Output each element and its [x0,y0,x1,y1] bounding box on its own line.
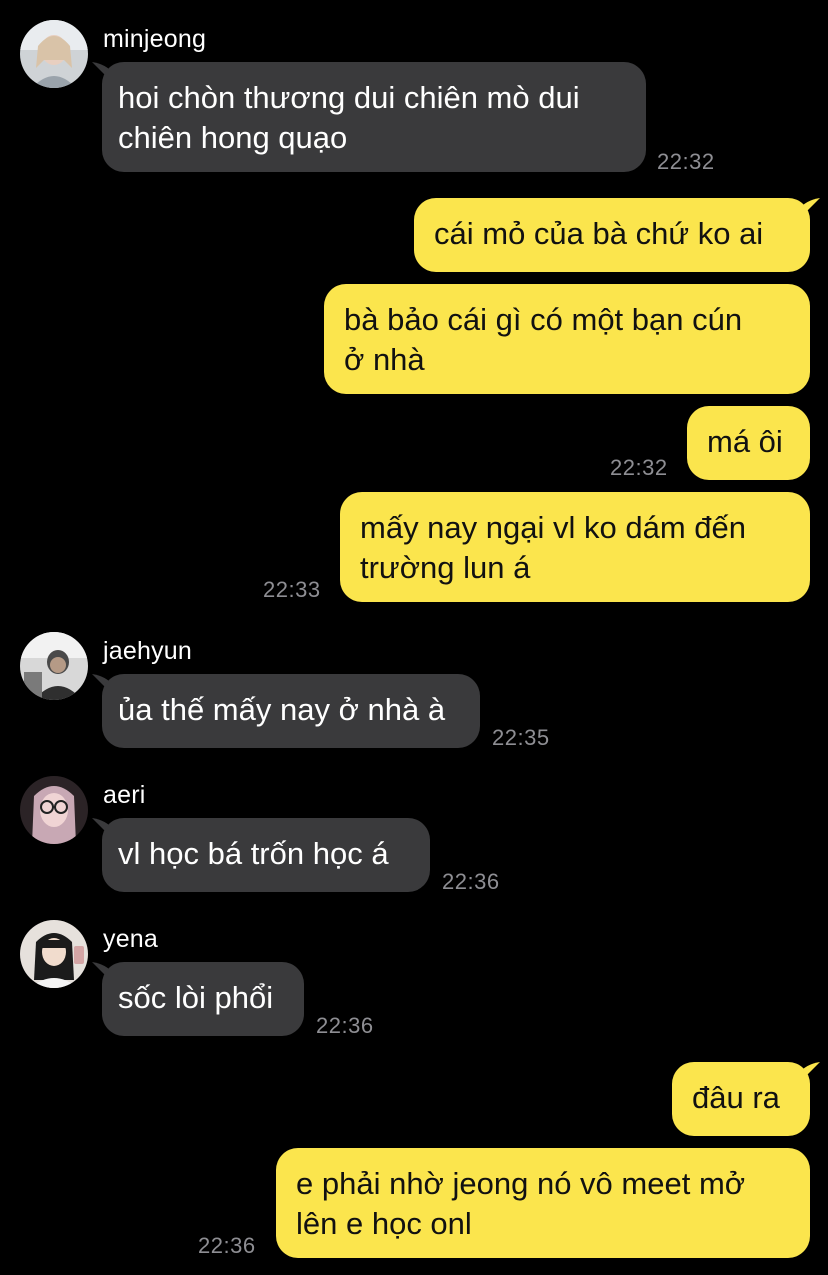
message-text: trường lun á [360,550,531,585]
avatar-jaehyun[interactable] [20,632,88,700]
user-avatar-icon [20,632,88,700]
message-text: ở nhà [344,342,425,377]
sender-name: aeri [103,781,146,809]
message-text: cái mỏ của bà chứ ko ai [434,216,764,251]
timestamp: 22:32 [610,455,668,480]
timestamp: 22:36 [442,869,500,894]
message-text: chiên hong quạo [118,120,348,155]
message-bubble-incoming[interactable]: hoi chòn thương dui chiên mò dui chiên h… [102,62,646,172]
message-text: đâu ra [692,1080,780,1115]
user-avatar-icon [20,920,88,988]
sender-name: jaehyun [103,637,192,665]
bubble-tail [798,1062,820,1084]
message-bubble-outgoing[interactable]: đâu ra [672,1062,810,1136]
sender-name: minjeong [103,25,207,53]
user-avatar-icon [20,776,88,844]
message-text: má ôi [707,424,783,459]
message-bubble-outgoing[interactable]: mấy nay ngại vl ko dám đến trường lun á [340,492,810,602]
timestamp: 22:33 [263,577,321,602]
timestamp: 22:35 [492,725,550,750]
message-text: e phải nhờ jeong nó vô meet mở [296,1166,746,1201]
message-text: vl học bá trốn học á [118,836,389,871]
message-bubble-incoming[interactable]: ủa thế mấy nay ở nhà à [102,674,480,748]
message-bubble-incoming[interactable]: sốc lòi phổi [102,962,304,1036]
message-bubble-outgoing[interactable]: e phải nhờ jeong nó vô meet mở lên e học… [276,1148,810,1258]
message-text: mấy nay ngại vl ko dám đến [360,510,746,545]
avatar-yena[interactable] [20,920,88,988]
sender-name: yena [103,925,159,953]
message-bubble-incoming[interactable]: vl học bá trốn học á [102,818,430,892]
message-text: lên e học onl [296,1206,472,1241]
user-avatar-icon [20,20,88,88]
message-bubble-outgoing[interactable]: má ôi [687,406,810,480]
message-bubble-outgoing[interactable]: cái mỏ của bà chứ ko ai [414,198,810,272]
timestamp: 22:36 [316,1013,374,1038]
message-text: ủa thế mấy nay ở nhà à [118,692,446,727]
avatar-minjeong[interactable] [20,20,88,88]
bubble-tail [798,198,820,220]
message-text: sốc lòi phổi [118,980,274,1015]
chat-thread[interactable]: minjeong hoi chòn thương dui chiên mò du… [0,0,828,1275]
timestamp: 22:32 [657,149,715,174]
avatar-aeri[interactable] [20,776,88,844]
timestamp: 22:36 [198,1233,256,1258]
message-text: bà bảo cái gì có một bạn cún [344,302,743,337]
message-text: hoi chòn thương dui chiên mò dui [118,80,580,115]
message-bubble-outgoing[interactable]: bà bảo cái gì có một bạn cún ở nhà [324,284,810,394]
